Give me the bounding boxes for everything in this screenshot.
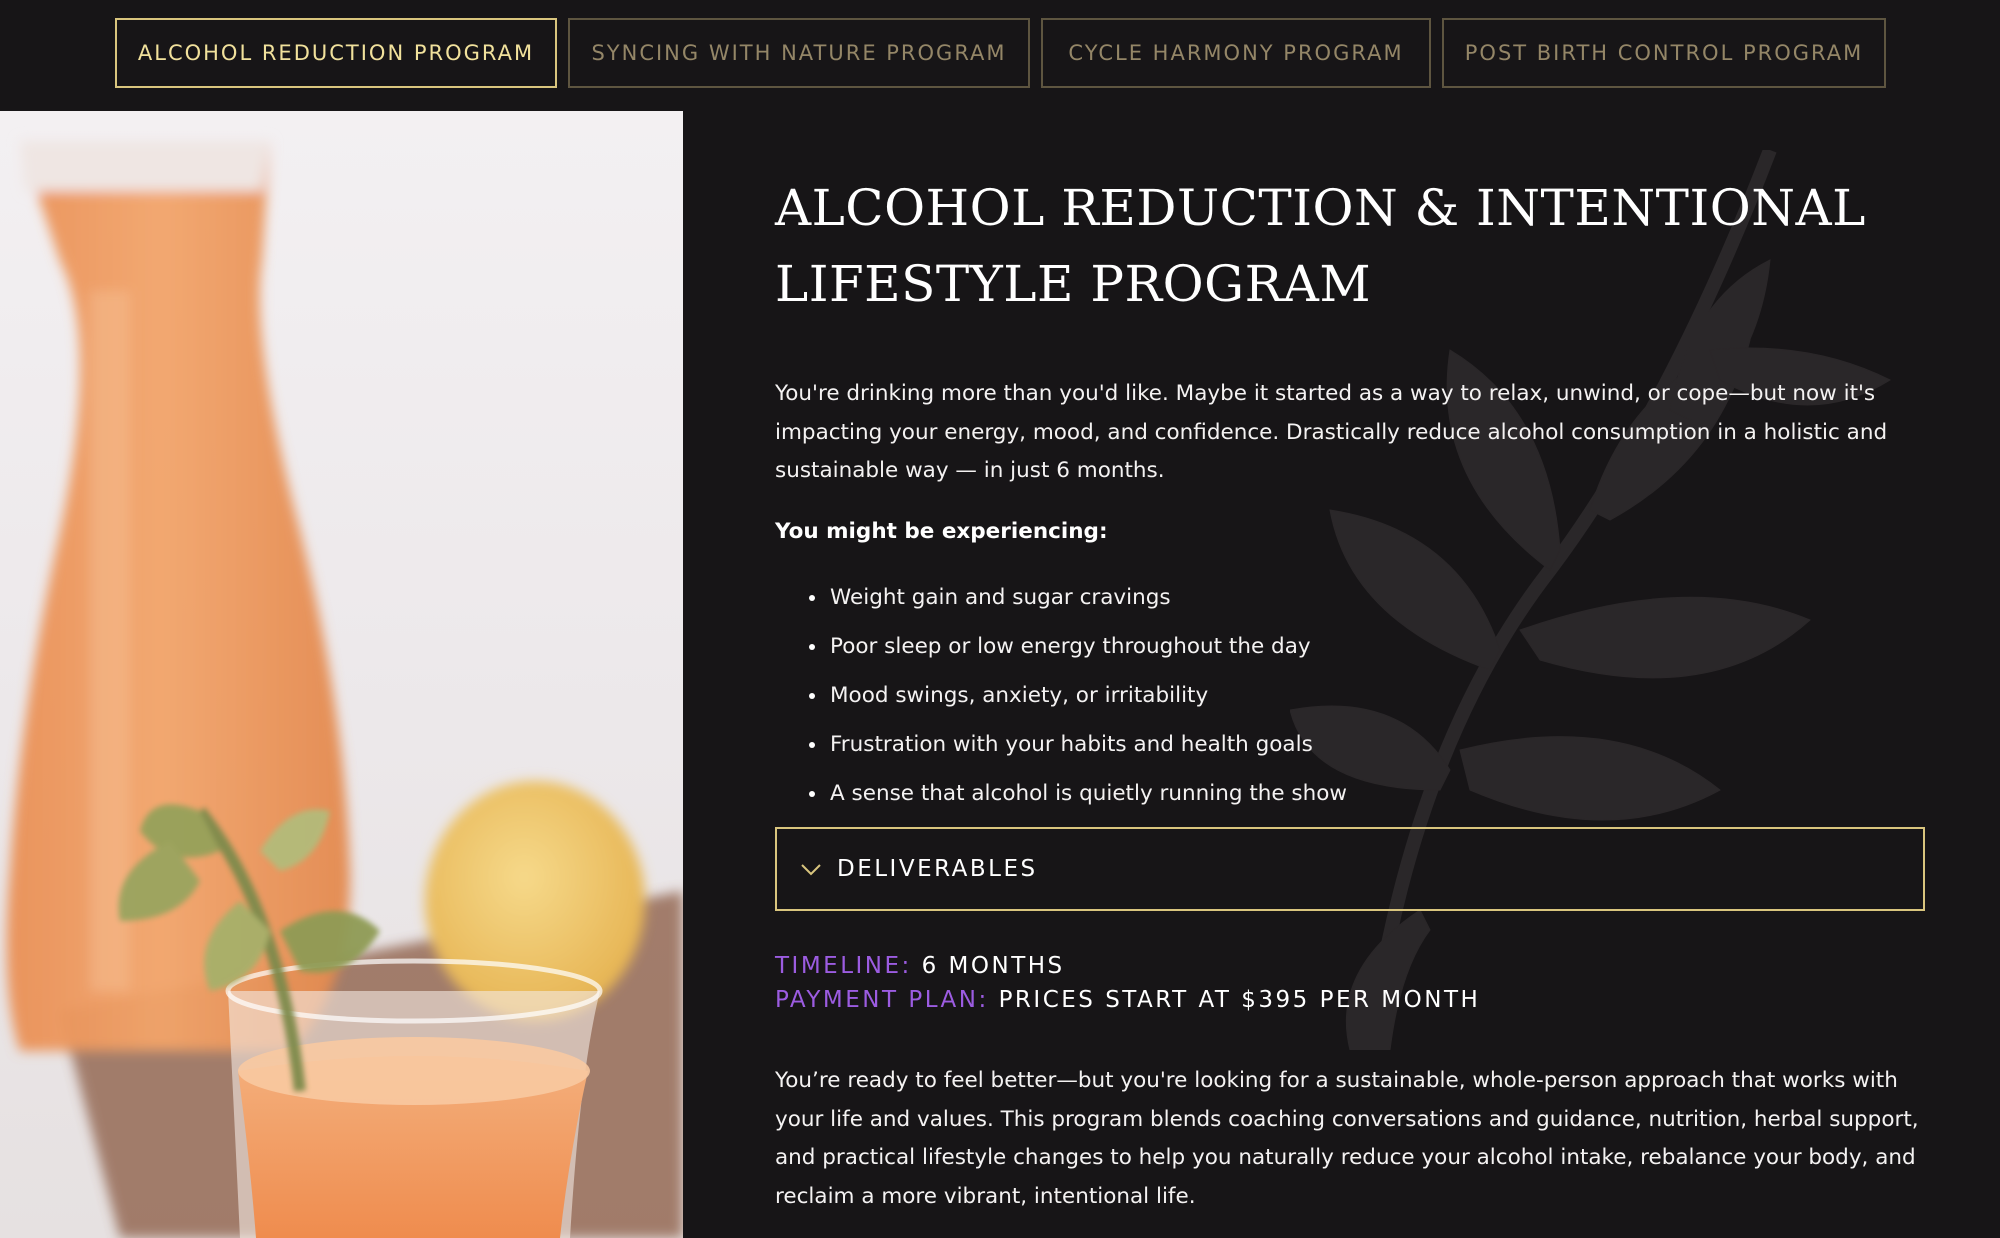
program-intro: You're drinking more than you'd like. Ma… — [775, 381, 1888, 483]
program-title: ALCOHOL REDUCTION & INTENTIONAL LIFESTYL… — [775, 170, 1875, 322]
symptom-item: Mood swings, anxiety, or irritability — [775, 671, 1925, 720]
deliverables-label: DELIVERABLES — [837, 856, 1038, 882]
tab-post-birth-control[interactable]: POST BIRTH CONTROL PROGRAM — [1442, 18, 1886, 88]
program-meta: TIMELINE: 6 MONTHS PAYMENT PLAN: PRICES … — [775, 949, 1925, 1017]
deliverables-accordion[interactable]: DELIVERABLES — [775, 827, 1925, 911]
program-title-line2: LIFESTYLE PROGRAM — [775, 255, 1372, 313]
timeline-row: TIMELINE: 6 MONTHS — [775, 949, 1925, 983]
symptom-item: Frustration with your habits and health … — [775, 720, 1925, 769]
program-closing: You’re ready to feel better—but you're l… — [775, 1068, 1919, 1209]
juice-photo — [0, 111, 683, 1238]
tab-syncing-with-nature[interactable]: SYNCING WITH NATURE PROGRAM — [568, 18, 1030, 88]
payment-row: PAYMENT PLAN: PRICES START AT $395 PER M… — [775, 983, 1925, 1017]
payment-value: PRICES START AT $395 PER MONTH — [998, 987, 1481, 1013]
symptom-item: Poor sleep or low energy throughout the … — [775, 622, 1925, 671]
symptoms-list: Weight gain and sugar cravings Poor slee… — [775, 573, 1925, 818]
tab-cycle-harmony[interactable]: CYCLE HARMONY PROGRAM — [1041, 18, 1431, 88]
tab-alcohol-reduction[interactable]: ALCOHOL REDUCTION PROGRAM — [115, 18, 557, 88]
program-tabs: ALCOHOL REDUCTION PROGRAM SYNCING WITH N… — [0, 0, 2000, 111]
symptom-item: A sense that alcohol is quietly running … — [775, 769, 1925, 818]
chevron-down-icon — [801, 864, 821, 876]
symptom-item: Weight gain and sugar cravings — [775, 573, 1925, 622]
experiencing-heading: You might be experiencing: — [775, 518, 1108, 544]
timeline-label: TIMELINE: — [775, 953, 912, 979]
program-details: ALCOHOL REDUCTION & INTENTIONAL LIFESTYL… — [775, 170, 1925, 818]
program-title-line1: ALCOHOL REDUCTION & INTENTIONAL — [775, 179, 1866, 237]
timeline-value: 6 MONTHS — [921, 953, 1065, 979]
payment-label: PAYMENT PLAN: — [775, 987, 989, 1013]
